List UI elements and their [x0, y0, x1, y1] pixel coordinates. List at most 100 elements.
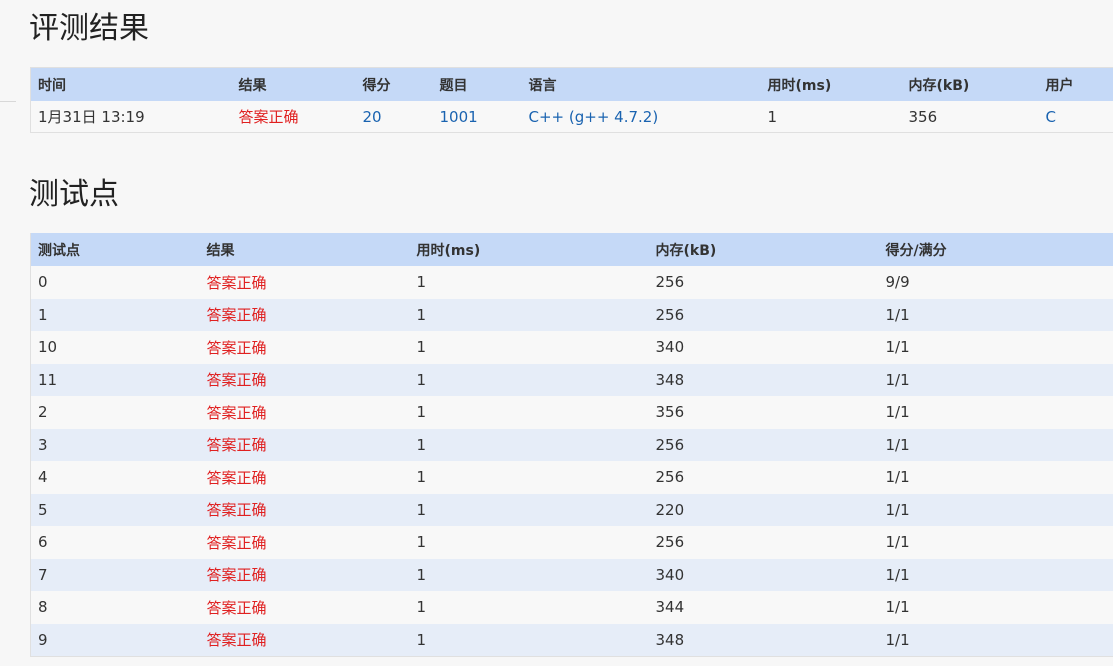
memory-value: 256 [648, 526, 879, 559]
case-id: 11 [30, 363, 200, 396]
cases-section-title: 测试点 [29, 177, 119, 212]
score-value: 1/1 [878, 396, 1113, 429]
table-row: 0 答案正确 1 256 9/9 [30, 266, 1113, 299]
table-row: 7 答案正确 1 340 1/1 [30, 558, 1113, 591]
case-id: 0 [30, 266, 200, 299]
header-problem: 题目 [439, 77, 468, 94]
score-value: 1/1 [878, 526, 1113, 559]
duration-value: 1 [409, 331, 649, 364]
table-row: 5 答案正确 1 220 1/1 [30, 493, 1113, 526]
header-duration: 用时(ms) [416, 242, 481, 259]
header-result: 结果 [206, 242, 235, 259]
duration-value: 1 [409, 266, 649, 299]
status-badge: 答案正确 [199, 428, 410, 461]
table-row: 1 答案正确 1 256 1/1 [30, 298, 1113, 331]
table-header-row: 测试点 结果 用时(ms) 内存(kB) 得分/满分 [30, 233, 1113, 266]
score-value: 9/9 [878, 266, 1113, 299]
memory-value: 256 [648, 428, 879, 461]
duration-value: 1 [409, 526, 649, 559]
score-value: 1/1 [878, 591, 1113, 624]
score-value: 1/1 [878, 623, 1113, 657]
memory-value: 348 [648, 363, 879, 396]
memory-value: 256 [648, 461, 879, 494]
score-value: 1/1 [878, 363, 1113, 396]
status-badge: 答案正确 [199, 363, 410, 396]
user-link[interactable]: C [1038, 101, 1113, 133]
memory-value: 356 [648, 396, 879, 429]
score-value: 1/1 [878, 428, 1113, 461]
memory-value: 340 [648, 558, 879, 591]
status-badge: 答案正确 [199, 526, 410, 559]
header-memory: 内存(kB) [908, 77, 970, 94]
status-badge: 答案正确 [199, 396, 410, 429]
table-row: 3 答案正确 1 256 1/1 [30, 428, 1113, 461]
duration-value: 1 [409, 493, 649, 526]
case-id: 4 [30, 461, 200, 494]
memory-value: 256 [648, 298, 879, 331]
table-row: 10 答案正确 1 340 1/1 [30, 331, 1113, 364]
header-memory: 内存(kB) [655, 242, 717, 259]
header-score: 得分/满分 [885, 242, 947, 259]
cases-table: 测试点 结果 用时(ms) 内存(kB) 得分/满分 0 答案正确 1 256 … [30, 233, 1113, 657]
table-row: 2 答案正确 1 356 1/1 [30, 396, 1113, 429]
page: 评测结果 时间 结果 得分 题目 语言 用时(ms) 内存(kB) 用户 1月3… [0, 0, 1113, 666]
duration-value: 1 [760, 101, 902, 133]
table-row: 8 答案正确 1 344 1/1 [30, 591, 1113, 624]
case-id: 8 [30, 591, 200, 624]
result-section-title: 评测结果 [29, 11, 149, 46]
duration-value: 1 [409, 428, 649, 461]
case-id: 2 [30, 396, 200, 429]
score-value: 1/1 [878, 558, 1113, 591]
header-duration: 用时(ms) [767, 77, 832, 94]
table-row: 1月31日 13:19 答案正确 20 1001 C++ (g++ 4.7.2)… [30, 101, 1113, 133]
header-score: 得分 [362, 77, 391, 94]
case-id: 9 [30, 623, 200, 657]
duration-value: 1 [409, 623, 649, 657]
score-value: 1/1 [878, 298, 1113, 331]
header-user: 用户 [1045, 77, 1074, 94]
status-badge: 答案正确 [199, 266, 410, 299]
header-time: 时间 [38, 77, 66, 94]
status-badge: 答案正确 [199, 298, 410, 331]
duration-value: 1 [409, 558, 649, 591]
status-badge: 答案正确 [199, 331, 410, 364]
header-case: 测试点 [38, 242, 80, 259]
duration-value: 1 [409, 363, 649, 396]
duration-value: 1 [409, 396, 649, 429]
case-id: 5 [30, 493, 200, 526]
case-id: 3 [30, 428, 200, 461]
status-badge: 答案正确 [199, 461, 410, 494]
table-row: 4 答案正确 1 256 1/1 [30, 461, 1113, 494]
table-row: 11 答案正确 1 348 1/1 [30, 363, 1113, 396]
duration-value: 1 [409, 591, 649, 624]
table-header-row: 时间 结果 得分 题目 语言 用时(ms) 内存(kB) 用户 [30, 67, 1113, 101]
table-row: 6 答案正确 1 256 1/1 [30, 526, 1113, 559]
score-link[interactable]: 20 [355, 101, 433, 133]
status-badge: 答案正确 [199, 623, 410, 657]
status-badge: 答案正确 [199, 591, 410, 624]
memory-value: 344 [648, 591, 879, 624]
score-value: 1/1 [878, 493, 1113, 526]
case-id: 7 [30, 558, 200, 591]
memory-value: 356 [901, 101, 1039, 133]
status-badge: 答案正确 [199, 493, 410, 526]
result-table: 时间 结果 得分 题目 语言 用时(ms) 内存(kB) 用户 1月31日 13… [30, 67, 1113, 133]
case-id: 6 [30, 526, 200, 559]
memory-value: 340 [648, 331, 879, 364]
submit-time: 1月31日 13:19 [30, 101, 232, 133]
case-id: 1 [30, 298, 200, 331]
memory-value: 256 [648, 266, 879, 299]
score-value: 1/1 [878, 331, 1113, 364]
case-id: 10 [30, 331, 200, 364]
score-value: 1/1 [878, 461, 1113, 494]
status-badge: 答案正确 [231, 101, 356, 133]
duration-value: 1 [409, 298, 649, 331]
memory-value: 220 [648, 493, 879, 526]
language-link[interactable]: C++ (g++ 4.7.2) [521, 101, 761, 133]
divider [0, 101, 16, 102]
header-result: 结果 [238, 77, 267, 94]
header-language: 语言 [528, 77, 557, 94]
problem-link[interactable]: 1001 [432, 101, 522, 133]
status-badge: 答案正确 [199, 558, 410, 591]
duration-value: 1 [409, 461, 649, 494]
